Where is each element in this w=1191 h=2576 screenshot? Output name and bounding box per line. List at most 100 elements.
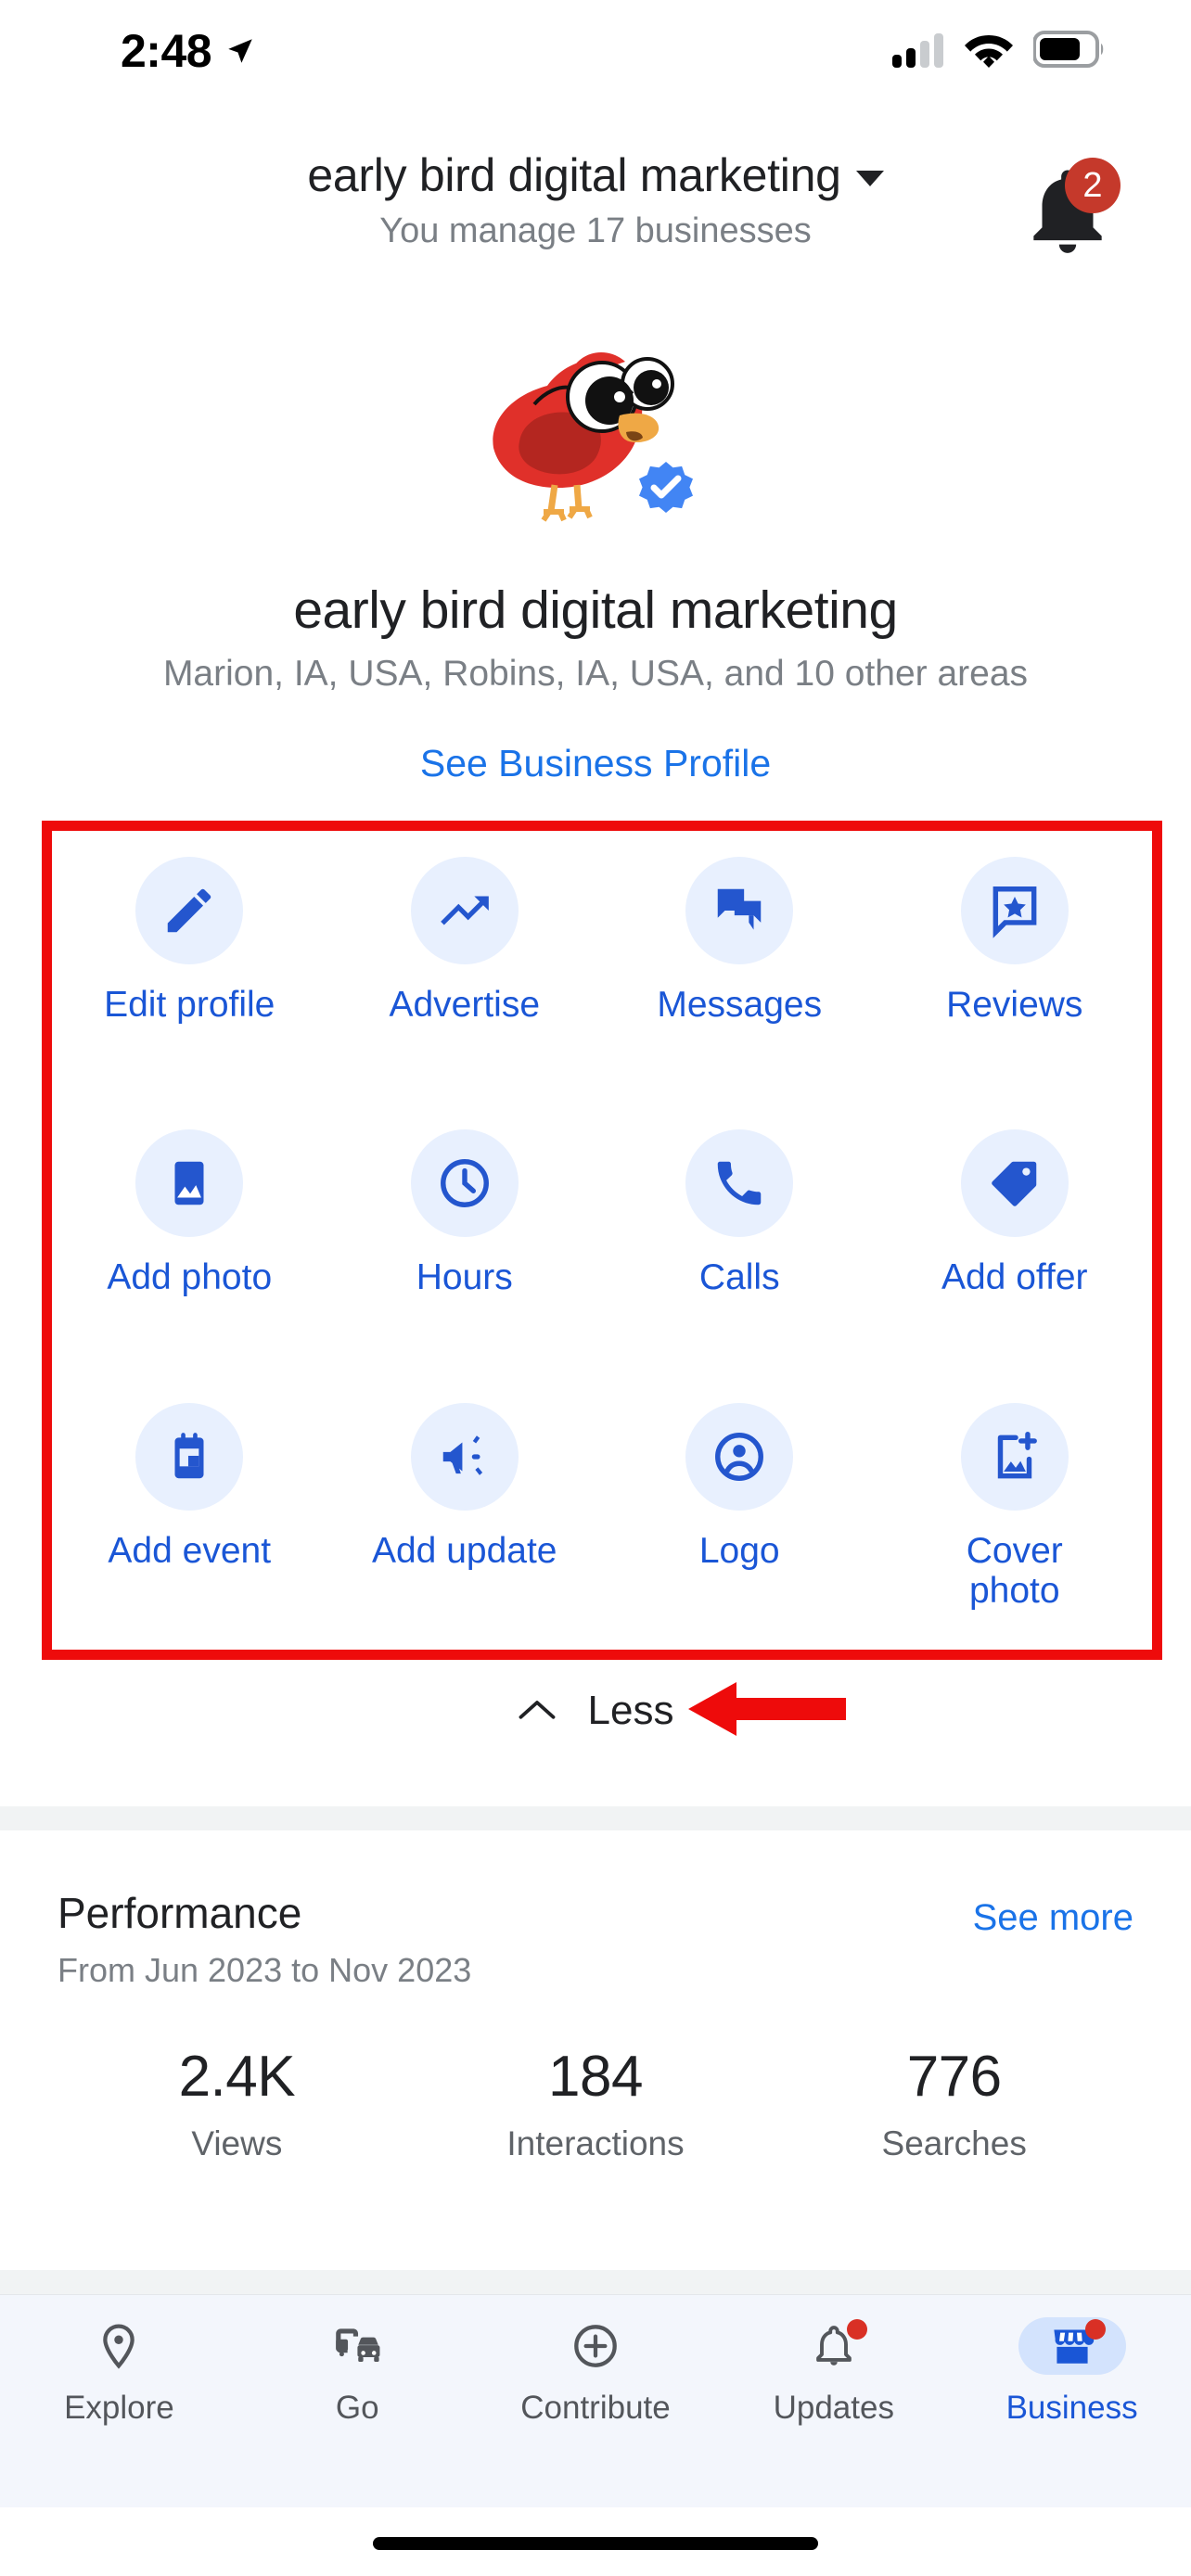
cellular-signal-icon [892, 31, 944, 72]
nav-label: Go [335, 2390, 379, 2426]
updates-badge-dot [846, 2319, 867, 2340]
nav-item-go[interactable]: Go [238, 2317, 477, 2427]
action-advertise[interactable]: Advertise [327, 831, 603, 1103]
location-arrow-icon [224, 35, 256, 67]
business-switcher-button[interactable]: early bird digital marketing [307, 148, 884, 202]
action-label: Edit profile [104, 985, 275, 1025]
location-pin-icon [65, 2317, 173, 2375]
quick-actions-grid: Edit profile Advertise Messages Reviews … [52, 831, 1152, 1650]
header-title: early bird digital marketing [307, 149, 841, 201]
stat-value: 2.4K [178, 2045, 296, 2109]
nav-label: Contribute [520, 2390, 671, 2426]
home-indicator [373, 2537, 818, 2550]
bell-icon [780, 2317, 888, 2375]
nav-item-updates[interactable]: Updates [714, 2317, 953, 2427]
status-bar: 2:48 [0, 0, 1191, 102]
action-add-photo[interactable]: Add photo [52, 1103, 327, 1376]
battery-icon [1032, 30, 1106, 72]
chat-bubbles-icon [685, 857, 794, 964]
action-edit-profile[interactable]: Edit profile [52, 831, 327, 1103]
see-more-link[interactable]: See more [973, 1888, 1133, 1939]
business-service-areas: Marion, IA, USA, Robins, IA, USA, and 10… [162, 654, 1029, 694]
status-bar-right [892, 30, 1106, 73]
nav-item-contribute[interactable]: Contribute [477, 2317, 715, 2427]
app-header: early bird digital marketing You manage … [0, 139, 1191, 287]
stat-label: Searches [881, 2124, 1027, 2162]
action-logo[interactable]: Logo [602, 1377, 877, 1650]
chevron-up-icon [518, 1697, 557, 1726]
clock-icon [410, 1129, 519, 1238]
performance-title: Performance [58, 1889, 302, 1937]
bottom-navigation-bar: Explore Go Contribute Updates Business [0, 2294, 1191, 2507]
action-label: Calls [698, 1257, 780, 1298]
stat-views[interactable]: 2.4K Views [58, 2044, 416, 2163]
section-divider-bottom [0, 2270, 1191, 2294]
performance-title-block: Performance From Jun 2023 to Nov 2023 [58, 1888, 471, 1990]
stat-interactions[interactable]: 184 Interactions [416, 2044, 775, 2163]
chevron-down-icon [855, 170, 884, 186]
status-bar-left: 2:48 [121, 28, 256, 74]
nav-item-business[interactable]: Business [953, 2317, 1191, 2427]
action-reviews[interactable]: Reviews [877, 831, 1153, 1103]
business-avatar [0, 323, 1191, 527]
tag-icon [960, 1129, 1069, 1238]
performance-header: Performance From Jun 2023 to Nov 2023 Se… [58, 1888, 1133, 1990]
action-add-offer[interactable]: Add offer [877, 1103, 1153, 1376]
performance-date-range: From Jun 2023 to Nov 2023 [58, 1951, 472, 1989]
stat-label: Views [191, 2124, 283, 2162]
verified-badge-icon [639, 462, 693, 513]
header-center-block: early bird digital marketing You manage … [0, 148, 1191, 251]
performance-stats: 2.4K Views 184 Interactions 776 Searches [58, 2044, 1133, 2163]
see-business-profile-link[interactable]: See Business Profile [0, 742, 1191, 785]
business-badge-dot [1084, 2319, 1106, 2340]
trending-up-icon [410, 857, 519, 964]
action-label: Reviews [946, 985, 1083, 1025]
action-label: Cover photo [966, 1530, 1063, 1612]
stat-value: 776 [906, 2045, 1002, 2109]
stat-searches[interactable]: 776 Searches [775, 2044, 1133, 2163]
wifi-icon [963, 30, 1015, 73]
megaphone-icon [410, 1402, 519, 1511]
notification-bell-button[interactable]: 2 [1017, 158, 1121, 261]
nav-label: Explore [64, 2390, 174, 2426]
transit-car-icon [303, 2317, 411, 2375]
nav-label: Updates [773, 2390, 894, 2426]
action-label: Messages [657, 985, 823, 1025]
notification-badge: 2 [1065, 158, 1121, 213]
action-label: Logo [698, 1530, 780, 1571]
pencil-icon [135, 857, 244, 964]
calendar-icon [135, 1402, 244, 1511]
action-label: Advertise [389, 985, 541, 1025]
business-name: early bird digital marketing [293, 580, 898, 640]
section-divider-top [0, 1806, 1191, 1830]
stat-label: Interactions [506, 2124, 685, 2162]
plus-circle-icon [542, 2317, 649, 2375]
action-calls[interactable]: Calls [602, 1103, 877, 1376]
action-label: Add event [108, 1530, 272, 1571]
action-add-update[interactable]: Add update [327, 1377, 603, 1650]
review-star-bubble-icon [960, 857, 1069, 964]
action-label: Add offer [941, 1257, 1088, 1298]
status-bar-clock: 2:48 [121, 25, 212, 77]
add-image-icon [960, 1402, 1069, 1511]
less-toggle-label: Less [587, 1688, 674, 1733]
nav-item-explore[interactable]: Explore [0, 2317, 238, 2427]
red-bird-avatar [493, 351, 693, 522]
account-circle-icon [685, 1402, 794, 1511]
action-label: Add photo [107, 1257, 273, 1298]
phone-icon [685, 1129, 794, 1238]
action-messages[interactable]: Messages [602, 831, 877, 1103]
nav-label: Business [1005, 2390, 1138, 2426]
action-cover-photo[interactable]: Cover photo [877, 1377, 1153, 1650]
storefront-icon [1018, 2317, 1126, 2375]
performance-card: Performance From Jun 2023 to Nov 2023 Se… [0, 1830, 1191, 2270]
stat-value: 184 [548, 2045, 643, 2109]
app-screen: 2:48 early bird digital marketing You ma… [0, 0, 1191, 2576]
header-subtitle: You manage 17 businesses [379, 211, 812, 250]
image-icon [135, 1129, 244, 1238]
action-label: Add update [371, 1530, 557, 1571]
less-toggle-button[interactable]: Less [0, 1669, 1191, 1753]
action-add-event[interactable]: Add event [52, 1377, 327, 1650]
action-hours[interactable]: Hours [327, 1103, 603, 1376]
action-label: Hours [416, 1257, 513, 1298]
